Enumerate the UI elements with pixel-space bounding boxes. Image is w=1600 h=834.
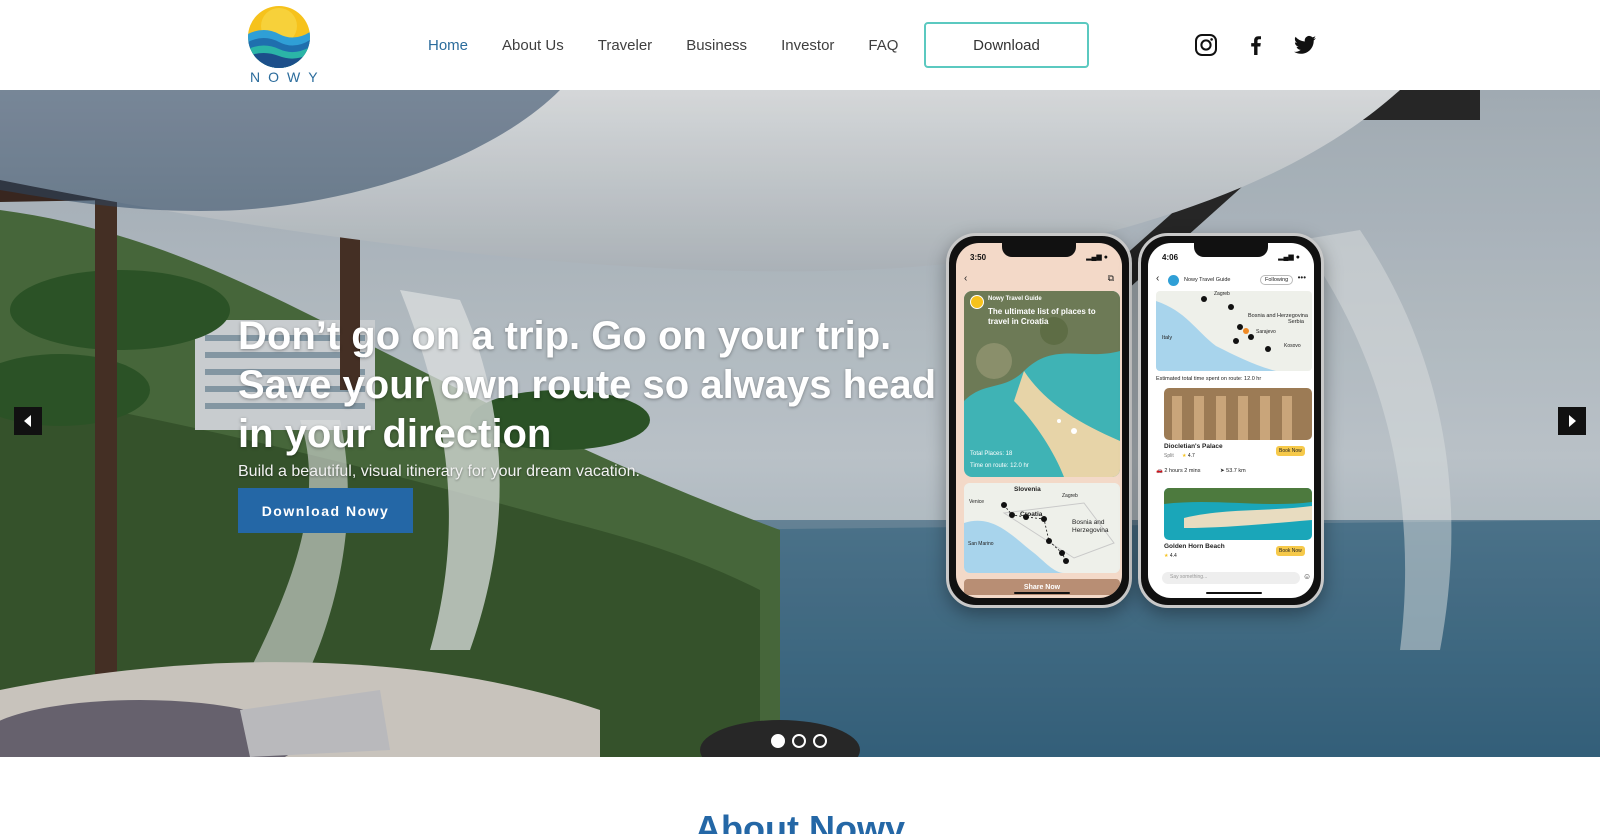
place-name-2: Golden Horn Beach <box>1164 543 1225 550</box>
time-on-route: Time on route: 12.0 hr <box>970 463 1029 469</box>
share-icon: ⧉ <box>1107 273 1114 283</box>
twitter-icon[interactable] <box>1290 30 1320 60</box>
navigation-icon: ➤ <box>1220 468 1225 474</box>
book-now-button-1[interactable]: Book Now <box>1276 446 1305 456</box>
emoji-icon[interactable]: ☺ <box>1303 572 1311 581</box>
logo-wordmark: NOWY <box>250 69 326 85</box>
place-rating-2: ★ 4.4 <box>1164 553 1177 559</box>
map-label-san-marino: San Marino <box>968 541 994 547</box>
slide-dot-1[interactable] <box>771 734 785 748</box>
star-icon: ★ <box>1182 453 1187 459</box>
status-time: 4:06 <box>1162 253 1179 262</box>
main-nav: Home About Us Traveler Business Investor… <box>428 22 898 68</box>
status-signal-icon: ▂▄▆ ● <box>1278 254 1300 261</box>
caret-left-icon <box>24 415 31 427</box>
phone-screen-right: 4:06 ▂▄▆ ● ‹ Nowy Travel Guide Following… <box>1148 243 1314 598</box>
slide-indicators <box>771 734 834 748</box>
place-city-1: Split <box>1164 453 1174 459</box>
place-rating-1: ★ 4.7 <box>1182 453 1195 459</box>
site-header: NOWY Home About Us Traveler Business Inv… <box>0 0 1600 90</box>
back-arrow-icon: ‹ <box>964 273 968 284</box>
nav-traveler[interactable]: Traveler <box>598 37 652 54</box>
hero-headline-line2: Save your own route so always head <box>238 363 937 407</box>
download-nowy-button[interactable]: Download Nowy <box>238 488 413 533</box>
place-photo-golden-horn[interactable] <box>1164 488 1312 540</box>
map-label-zagreb: Zagreb <box>1214 291 1230 297</box>
book-now-button-2[interactable]: Book Now <box>1276 546 1305 556</box>
map-label-croatia: Croatia <box>1020 511 1043 518</box>
back-arrow-icon: ‹ <box>1156 273 1160 284</box>
facebook-icon[interactable] <box>1241 30 1271 60</box>
slide-dot-3[interactable] <box>813 734 827 748</box>
nav-home[interactable]: Home <box>428 37 468 54</box>
hero-slider: Don’t go on a trip. Go on your trip. Sav… <box>0 90 1600 757</box>
hero-headline: Don’t go on a trip. Go on your trip. Sav… <box>238 312 938 459</box>
phone-notch <box>1002 243 1076 257</box>
status-signal-icon: ▂▄▆ ● <box>1086 254 1108 261</box>
guide-card[interactable]: Nowy Travel Guide The ultimate list of p… <box>964 291 1120 477</box>
hero-subline: Build a beautiful, visual itinerary for … <box>238 463 640 480</box>
nav-business[interactable]: Business <box>686 37 747 54</box>
previous-slide-button[interactable] <box>14 407 42 435</box>
guide-name: Nowy Travel Guide <box>988 296 1042 302</box>
map-label-sarajevo: Sarajevo <box>1256 329 1276 335</box>
about-section-title: About Nowy <box>695 808 905 834</box>
phone-mockup-right: 4:06 ▂▄▆ ● ‹ Nowy Travel Guide Following… <box>1138 233 1324 608</box>
travel-time: 🚗 2 hours 2 mins <box>1156 468 1200 474</box>
phone-screen-left: 3:50 ▂▄▆ ● ‹ ⧉ Nowy Travel Guide The ult… <box>956 243 1122 598</box>
following-button[interactable]: Following <box>1260 275 1294 285</box>
more-options-icon[interactable]: ••• <box>1298 273 1306 282</box>
comment-input[interactable]: Say something... <box>1162 572 1300 584</box>
route-map[interactable]: Slovenia Zagreb Venice Croatia San Marin… <box>964 483 1120 573</box>
next-slide-button[interactable] <box>1558 407 1586 435</box>
map-label-italy: Italy <box>1162 335 1173 341</box>
map-label-venice: Venice <box>969 499 985 505</box>
star-icon: ★ <box>1164 553 1169 559</box>
instagram-icon[interactable] <box>1191 30 1221 60</box>
place-photo-diocletian[interactable] <box>1164 388 1312 440</box>
nowy-logo[interactable]: NOWY <box>244 6 326 86</box>
slide-dot-2[interactable] <box>792 734 806 748</box>
guide-avatar <box>1168 275 1179 286</box>
comment-placeholder: Say something... <box>1170 574 1208 580</box>
place-rating-2-value: 4.4 <box>1169 553 1177 559</box>
map-label-serbia: Serbia <box>1288 319 1304 325</box>
home-indicator <box>1206 592 1262 594</box>
total-places: Total Places: 18 <box>970 451 1013 457</box>
hero-headline-line1: Don’t go on a trip. Go on your trip. <box>238 314 892 358</box>
map-label-slovenia: Slovenia <box>1014 486 1041 493</box>
map-label-zagreb: Zagreb <box>1062 493 1078 499</box>
map-label-bosnia: Bosnia and Herzegovina <box>1072 519 1109 534</box>
place-name-1: Diocletian's Palace <box>1164 443 1223 450</box>
status-time: 3:50 <box>970 253 987 262</box>
travel-distance: ➤ 53.7 km <box>1220 468 1246 474</box>
phone-mockup-left: 3:50 ▂▄▆ ● ‹ ⧉ Nowy Travel Guide The ult… <box>946 233 1132 608</box>
guide-name: Nowy Travel Guide <box>1184 277 1231 283</box>
nav-about-us[interactable]: About Us <box>502 37 564 54</box>
guide-avatar <box>970 295 984 309</box>
guide-card-title: The ultimate list of places to travel in… <box>988 307 1096 326</box>
travel-time-value: 2 hours 2 mins <box>1164 468 1201 474</box>
nav-faq[interactable]: FAQ <box>868 37 898 54</box>
route-map[interactable]: Zagreb Bosnia and Herzegovina Sarajevo S… <box>1156 291 1312 371</box>
hero-headline-line3: in your direction <box>238 412 552 456</box>
home-indicator <box>1014 592 1070 594</box>
download-button[interactable]: Download <box>924 22 1089 68</box>
nav-investor[interactable]: Investor <box>781 37 834 54</box>
travel-distance-value: 53.7 km <box>1226 468 1246 474</box>
phone-notch <box>1194 243 1268 257</box>
map-label-kosovo: Kosovo <box>1284 343 1301 349</box>
place-rating-1-value: 4.7 <box>1187 453 1195 459</box>
caret-right-icon <box>1569 415 1576 427</box>
logo-mark-icon <box>248 6 310 68</box>
route-estimate: Estimated total time spent on route: 12.… <box>1156 376 1262 382</box>
car-icon: 🚗 <box>1156 468 1163 474</box>
